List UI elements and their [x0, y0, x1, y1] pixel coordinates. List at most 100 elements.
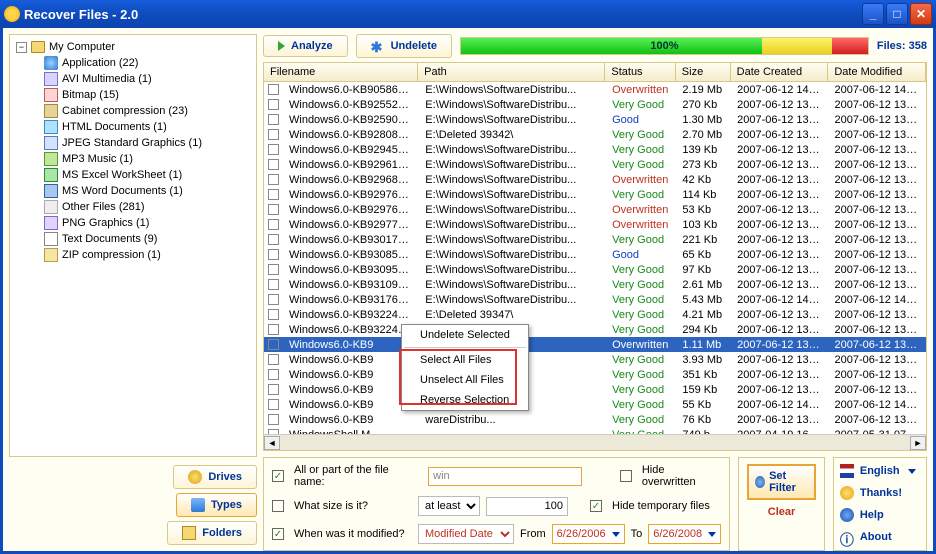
close-button[interactable]: ✕ [910, 3, 932, 25]
tree-item[interactable]: ZIP compression (1) [44, 247, 250, 263]
about-link[interactable]: ⓘAbout [840, 530, 920, 544]
row-checkbox[interactable] [268, 309, 279, 320]
col-date-modified[interactable]: Date Modified [828, 63, 926, 81]
table-row[interactable]: Windows6.0-KB925902-x8...E:\Windows\Soft… [264, 112, 926, 127]
collapse-icon[interactable]: − [16, 42, 27, 53]
types-button[interactable]: Types [176, 493, 257, 517]
table-row[interactable]: Windows6.0-KB929762-x8...E:\Windows\Soft… [264, 202, 926, 217]
tree-item[interactable]: MP3 Music (1) [44, 151, 250, 167]
scroll-left-icon[interactable]: ◄ [264, 436, 280, 450]
tree-item[interactable]: AVI Multimedia (1) [44, 71, 250, 87]
table-row[interactable]: Windows6.0-KB9wareDistribu...Very Good35… [264, 367, 926, 382]
maximize-button[interactable]: □ [886, 3, 908, 25]
drives-button[interactable]: Drives [173, 465, 257, 489]
scroll-right-icon[interactable]: ► [910, 436, 926, 450]
table-row[interactable]: Windows6.0-KB929685-x8...E:\Windows\Soft… [264, 172, 926, 187]
row-checkbox[interactable] [268, 84, 279, 95]
row-checkbox[interactable] [268, 369, 279, 380]
tree-item[interactable]: Application (22) [44, 55, 250, 71]
filter-modified-check[interactable]: ✓ [272, 528, 284, 540]
thanks-link[interactable]: Thanks! [840, 486, 920, 500]
table-row[interactable]: Windows6.0-KB930955-x8...E:\Windows\Soft… [264, 262, 926, 277]
clear-filter-link[interactable]: Clear [768, 506, 796, 518]
table-row[interactable]: Windows6.0-KB930178-x8...E:\Windows\Soft… [264, 232, 926, 247]
row-checkbox[interactable] [268, 204, 279, 215]
modified-mode-select[interactable]: Modified Date [418, 524, 514, 544]
size-value-input[interactable] [486, 497, 568, 516]
cm-unselect-all[interactable]: Unselect All Files [402, 370, 528, 390]
row-checkbox[interactable] [268, 234, 279, 245]
row-checkbox[interactable] [268, 174, 279, 185]
table-row[interactable]: Windows6.0-KB905866-v7...E:\Windows\Soft… [264, 82, 926, 97]
table-row[interactable]: Windows6.0-KB9wareDistribu...Overwritten… [264, 337, 926, 352]
col-status[interactable]: Status [605, 63, 675, 81]
minimize-button[interactable]: _ [862, 3, 884, 25]
table-row[interactable]: Windows6.0-KB929615-x8...E:\Windows\Soft… [264, 157, 926, 172]
language-link[interactable]: English [840, 464, 920, 478]
table-row[interactable]: Windows6.0-KB929761-x8...E:\Windows\Soft… [264, 187, 926, 202]
table-row[interactable]: Windows6.0-KB932246-x8...E:\Deleted 3956… [264, 322, 926, 337]
undelete-button[interactable]: ✱Undelete [356, 34, 452, 58]
tree-item[interactable]: PNG Graphics (1) [44, 215, 250, 231]
table-row[interactable]: Windows6.0-KB932246-x8...E:\Deleted 3934… [264, 307, 926, 322]
row-checkbox[interactable] [268, 114, 279, 125]
table-row[interactable]: Windows6.0-KB928089-x8...E:\Deleted 3934… [264, 127, 926, 142]
hide-overwritten-check[interactable] [620, 470, 632, 482]
set-filter-button[interactable]: Set Filter [747, 464, 816, 500]
row-checkbox[interactable] [268, 144, 279, 155]
tree-item[interactable]: JPEG Standard Graphics (1) [44, 135, 250, 151]
from-date-picker[interactable]: 6/26/2006 [552, 524, 625, 544]
row-checkbox[interactable] [268, 324, 279, 335]
filter-name-check[interactable]: ✓ [272, 470, 284, 482]
tree-item[interactable]: HTML Documents (1) [44, 119, 250, 135]
table-row[interactable]: Windows6.0-KB929451-x8...E:\Windows\Soft… [264, 142, 926, 157]
row-checkbox[interactable] [268, 414, 279, 425]
col-date-created[interactable]: Date Created [731, 63, 829, 81]
cm-undelete-selected[interactable]: Undelete Selected [402, 325, 528, 345]
help-link[interactable]: Help [840, 508, 920, 522]
tree-item[interactable]: MS Word Documents (1) [44, 183, 250, 199]
tree-item[interactable]: Other Files (281) [44, 199, 250, 215]
row-checkbox[interactable] [268, 129, 279, 140]
tree-item[interactable]: Bitmap (15) [44, 87, 250, 103]
col-filename[interactable]: Filename [264, 63, 418, 81]
row-checkbox[interactable] [268, 189, 279, 200]
row-checkbox[interactable] [268, 219, 279, 230]
row-checkbox[interactable] [268, 399, 279, 410]
row-checkbox[interactable] [268, 264, 279, 275]
table-row[interactable]: Windows6.0-KB930857-x8...E:\Windows\Soft… [264, 247, 926, 262]
analyze-button[interactable]: Analyze [263, 35, 348, 57]
table-row[interactable]: Windows6.0-KB9wareDistribu...Very Good76… [264, 412, 926, 427]
hide-temp-check[interactable]: ✓ [590, 500, 602, 512]
tree-item[interactable]: Text Documents (9) [44, 231, 250, 247]
filter-name-input[interactable] [428, 467, 582, 486]
horizontal-scrollbar[interactable]: ◄ ► [264, 434, 926, 450]
table-row[interactable]: Windows6.0-KB931099-x8...E:\Windows\Soft… [264, 277, 926, 292]
col-path[interactable]: Path [418, 63, 605, 81]
cm-reverse-selection[interactable]: Reverse Selection [402, 390, 528, 410]
row-checkbox[interactable] [268, 294, 279, 305]
row-checkbox[interactable] [268, 339, 279, 350]
table-row[interactable]: Windows6.0-KB9wareDistribu...Very Good3.… [264, 352, 926, 367]
row-checkbox[interactable] [268, 354, 279, 365]
folders-button[interactable]: Folders [167, 521, 257, 545]
row-checkbox[interactable] [268, 159, 279, 170]
table-row[interactable]: Windows6.0-KB9wareDistribu...Very Good55… [264, 397, 926, 412]
to-date-picker[interactable]: 6/26/2008 [648, 524, 721, 544]
table-row[interactable]: Windows6.0-KB929777-v2...E:\Windows\Soft… [264, 217, 926, 232]
row-checkbox[interactable] [268, 99, 279, 110]
cm-select-all[interactable]: Select All Files [402, 350, 528, 370]
size-mode-select[interactable]: at least [418, 496, 480, 516]
table-row[interactable]: Windows6.0-KB931768-x8...E:\Windows\Soft… [264, 292, 926, 307]
table-row[interactable]: Windows6.0-KB9wareDistribu...Very Good15… [264, 382, 926, 397]
col-size[interactable]: Size [676, 63, 731, 81]
tree-root[interactable]: − My Computer [16, 41, 250, 53]
filter-size-check[interactable] [272, 500, 284, 512]
row-checkbox[interactable] [268, 279, 279, 290]
row-checkbox[interactable] [268, 249, 279, 260]
row-checkbox[interactable] [268, 384, 279, 395]
table-row[interactable]: WindowsShell.M...Very Good749 b2007-04-1… [264, 427, 926, 434]
tree-item[interactable]: MS Excel WorkSheet (1) [44, 167, 250, 183]
tree-item[interactable]: Cabinet compression (23) [44, 103, 250, 119]
table-row[interactable]: Windows6.0-KB925528-x8...E:\Windows\Soft… [264, 97, 926, 112]
